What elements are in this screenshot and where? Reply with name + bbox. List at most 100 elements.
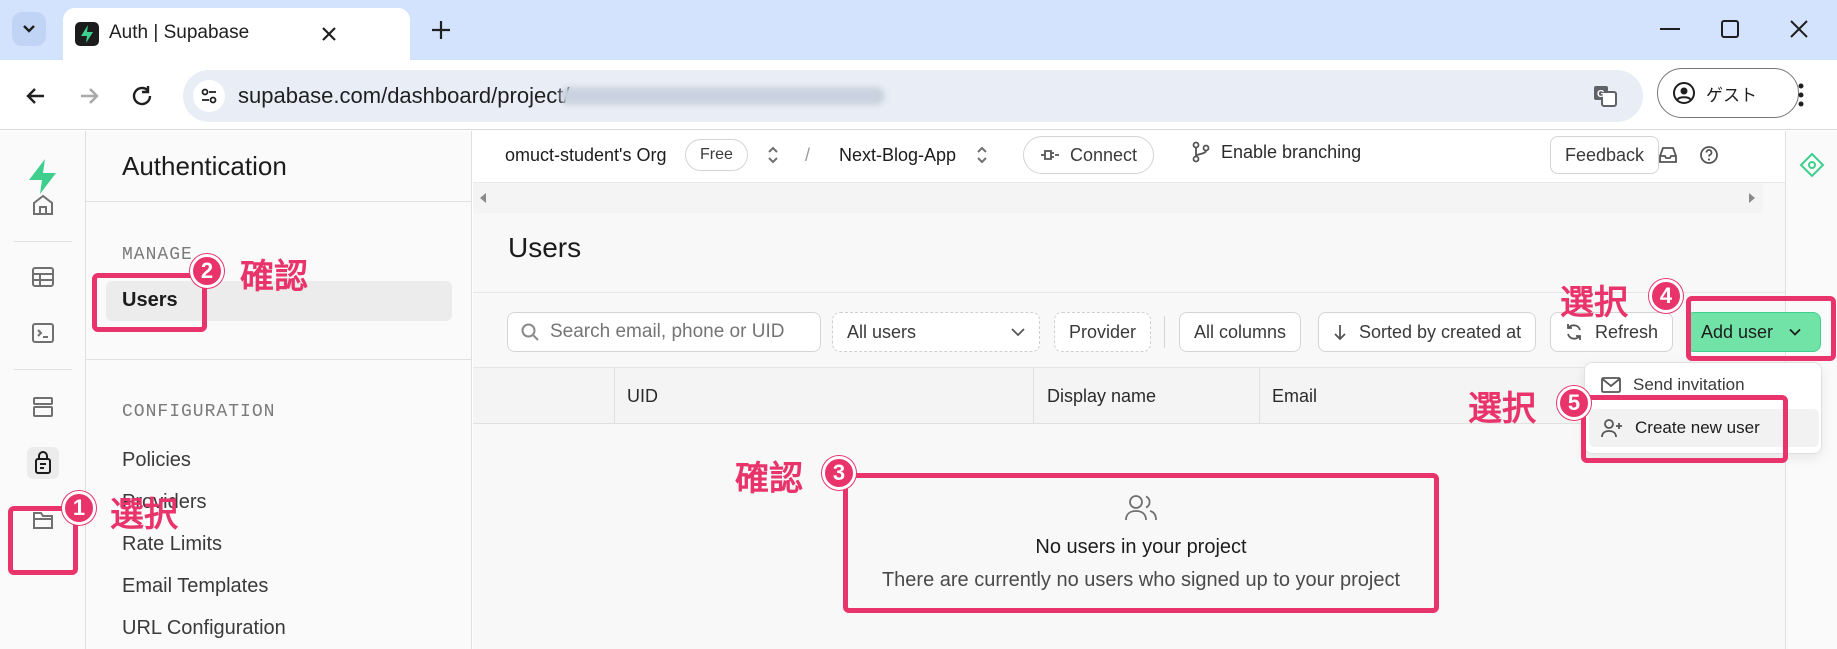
sidebar-divider [86,201,472,202]
provider-filter-button[interactable]: Provider [1054,312,1152,352]
minimize-icon[interactable] [1655,14,1685,44]
annotation-badge-1: 1 [62,491,96,525]
scroll-left-icon[interactable] [479,192,487,204]
sidebar-title: Authentication [122,151,287,181]
chevron-down-icon [1011,328,1025,337]
enable-branching-button[interactable]: Enable branching [1191,141,1361,163]
site-info-icon[interactable] [193,80,225,112]
close-tab-icon[interactable] [317,22,341,46]
url-redacted [560,87,885,105]
column-divider [1259,368,1260,424]
sort-button[interactable]: Sorted by created at [1318,312,1537,352]
annotation-label-2: 確認 [240,258,308,296]
translate-icon[interactable]: G [1591,82,1619,110]
user-filter-select[interactable]: All users [832,312,1040,352]
help-icon[interactable] [1699,145,1719,165]
refresh-icon [1567,324,1581,340]
org-switcher-icon[interactable] [766,144,780,166]
forward-icon[interactable] [75,82,103,110]
connect-button[interactable]: Connect [1023,136,1155,174]
search-input[interactable] [550,321,806,343]
auth-sidebar: Authentication MANAGE Users CONFIGURATIO… [86,131,472,649]
column-header-uid[interactable]: UID [627,368,658,424]
feedback-button[interactable]: Feedback [1550,136,1660,174]
annotation-box-3 [843,473,1439,613]
back-icon[interactable] [22,82,50,110]
rail-divider [14,241,72,242]
chevron-down-icon [23,25,35,33]
search-icon [521,323,539,341]
plan-badge: Free [685,139,748,171]
annotation-label-3: 確認 [735,460,803,498]
annotation-badge-3: 3 [822,456,856,490]
annotation-badge-5: 5 [1557,386,1591,420]
page-title: Users [508,232,582,263]
maximize-icon[interactable] [1715,14,1745,44]
columns-button[interactable]: All columns [1179,312,1302,352]
profile-button[interactable]: ゲスト [1657,68,1799,118]
home-icon[interactable] [27,189,59,221]
assistant-icon[interactable] [1798,151,1826,179]
columns-label: All columns [1194,321,1287,342]
sidebar-item-policies[interactable]: Policies [122,449,191,472]
browser-menu-icon[interactable] [1793,80,1809,110]
authentication-icon[interactable] [27,447,59,479]
profile-icon [1673,82,1695,104]
svg-text:G: G [1597,89,1605,100]
new-tab-icon[interactable] [428,17,454,43]
browser-tab[interactable]: Auth | Supabase [63,8,410,60]
toolbar-divider [1164,316,1165,348]
column-divider [614,368,615,424]
arrow-down-icon [1334,325,1346,341]
plug-icon [1041,150,1059,160]
url-text: supabase.com/dashboard/project/ [238,83,570,108]
address-bar[interactable]: supabase.com/dashboard/project/ G [183,70,1643,122]
sql-editor-icon[interactable] [27,317,59,349]
annotation-box-2 [92,273,207,332]
annotation-label-1: 選択 [110,496,178,534]
annotation-label-5: 選択 [1468,390,1536,428]
project-switcher-icon[interactable] [975,144,989,166]
annotation-label-4: 選択 [1560,284,1628,322]
branch-icon [1192,141,1210,163]
column-header-email[interactable]: Email [1272,368,1317,424]
provider-label: Provider [1069,321,1137,342]
user-filter-value: All users [847,321,917,342]
project-name[interactable]: Next-Blog-App [839,145,956,166]
column-divider [1033,368,1034,424]
sidebar-item-rate-limits[interactable]: Rate Limits [122,533,222,556]
supabase-favicon-icon [75,22,99,46]
connect-label: Connect [1070,144,1138,165]
browser-tab-bar: Auth | Supabase [0,0,1837,60]
search-input-wrapper[interactable] [507,312,821,352]
rail-divider [14,369,72,370]
annotation-box-5 [1581,395,1788,463]
reload-icon[interactable] [128,82,156,110]
annotation-badge-2: 2 [190,254,224,288]
column-header-display-name[interactable]: Display name [1047,368,1156,424]
sidebar-item-url-configuration[interactable]: URL Configuration [122,617,286,640]
tab-list-button[interactable] [12,12,46,46]
menu-item-label: Send invitation [1633,375,1745,394]
table-editor-icon[interactable] [27,261,59,293]
feedback-label: Feedback [1565,144,1645,165]
sort-label: Sorted by created at [1359,321,1522,342]
project-topbar: omuct-student's Org Free / Next-Blog-App… [473,131,1785,183]
annotation-badge-4: 4 [1649,279,1683,313]
menu-item-send-invitation[interactable]: Send invitation [1601,375,1745,395]
scroll-right-icon[interactable] [1748,192,1756,204]
inbox-icon[interactable] [1658,145,1678,165]
mail-icon [1601,377,1621,393]
window-close-icon[interactable] [1784,14,1814,44]
sidebar-item-email-templates[interactable]: Email Templates [122,575,268,598]
org-name[interactable]: omuct-student's Org [505,145,667,166]
manage-heading: MANAGE [122,245,193,265]
horizontal-scrollbar[interactable] [473,183,1763,213]
breadcrumb-separator: / [805,145,811,165]
tab-title: Auth | Supabase [109,22,250,43]
annotation-box-4 [1686,296,1836,361]
database-icon[interactable] [27,391,59,423]
refresh-label: Refresh [1595,321,1659,342]
sidebar-divider [86,359,472,360]
configuration-heading: CONFIGURATION [122,402,276,422]
